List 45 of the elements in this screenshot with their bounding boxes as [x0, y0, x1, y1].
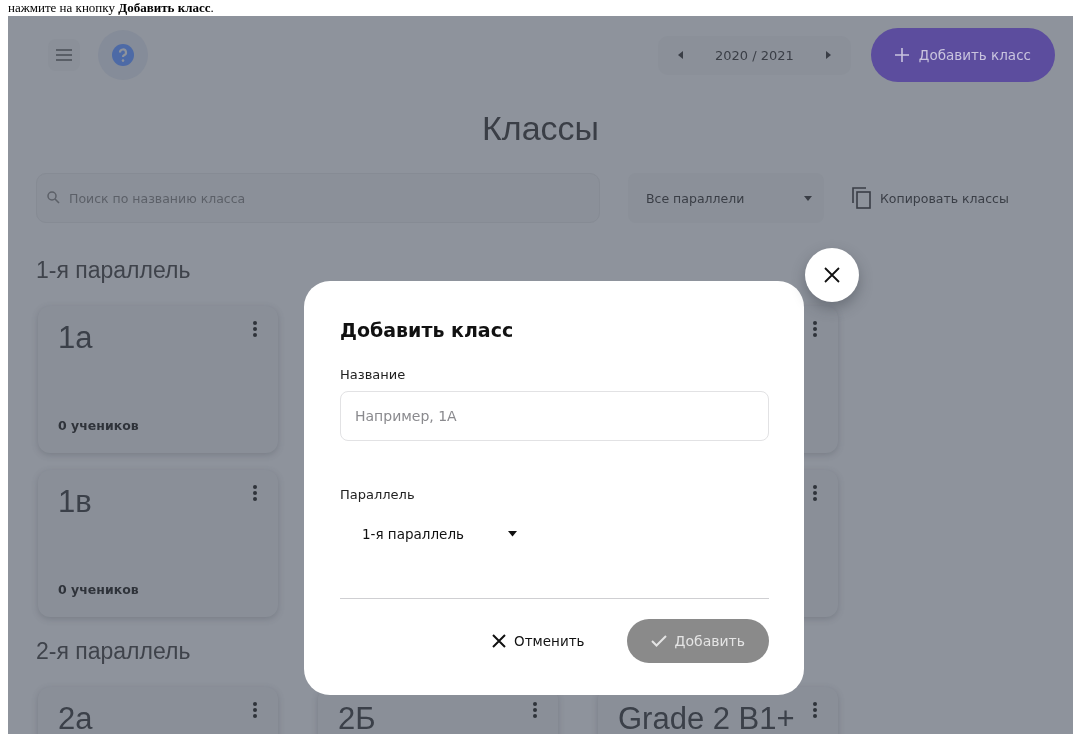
name-input-field[interactable]: Например, 1А — [340, 391, 769, 441]
help-icon — [111, 43, 135, 67]
close-icon — [824, 267, 840, 283]
student-count: 0 учеников — [58, 418, 140, 433]
plus-icon — [894, 48, 909, 62]
more-icon[interactable] — [532, 701, 538, 719]
copy-icon — [852, 187, 872, 209]
close-icon — [492, 634, 507, 648]
instruction-text: нажмите на кнопку Добавить класс. — [8, 0, 214, 16]
class-name: 1а — [58, 322, 93, 353]
class-card[interactable]: 1в 0 учеников — [38, 470, 278, 617]
caret-icon — [804, 195, 812, 201]
field-label: Параллель — [340, 487, 416, 502]
checkmark-icon — [650, 635, 667, 647]
student-count: 0 учеников — [58, 582, 140, 597]
right-caret-icon — [825, 51, 831, 59]
previous-year-button[interactable] — [676, 49, 686, 61]
group-title: 1-я параллель — [36, 256, 191, 284]
page-title: Классы — [481, 108, 600, 148]
class-card[interactable]: 2а — [38, 687, 278, 734]
more-icon[interactable] — [812, 701, 818, 719]
parallel-dropdown[interactable]: 1-я параллель — [362, 522, 517, 546]
search-icon — [47, 191, 60, 204]
class-name: 2Б — [338, 703, 376, 734]
group-title: 2-я параллель — [36, 637, 191, 665]
more-icon[interactable] — [252, 701, 258, 719]
school-year: 2020 / 2021 — [715, 47, 794, 63]
left-caret-icon — [678, 51, 684, 59]
more-icon[interactable] — [252, 320, 258, 338]
add-class-button[interactable]: Добавить класс — [870, 28, 1055, 82]
caret-icon — [507, 531, 517, 537]
class-name: 1в — [58, 486, 92, 517]
field-label: Название — [340, 367, 407, 382]
close-button[interactable] — [805, 248, 859, 302]
more-icon[interactable] — [252, 484, 258, 502]
class-name: Grade 2 B1+ — [618, 703, 795, 734]
more-icon[interactable] — [812, 484, 818, 502]
class-card[interactable]: 1а 0 учеников — [38, 306, 278, 453]
more-icon[interactable] — [812, 320, 818, 338]
cancel-button[interactable]: Отменить — [488, 627, 589, 655]
class-name: 2а — [58, 703, 93, 734]
dialog-title: Добавить класс — [340, 319, 515, 341]
menu-icon — [56, 49, 72, 61]
copy-classes-button[interactable]: Копировать классы — [852, 187, 1009, 209]
next-year-button[interactable] — [823, 49, 833, 61]
